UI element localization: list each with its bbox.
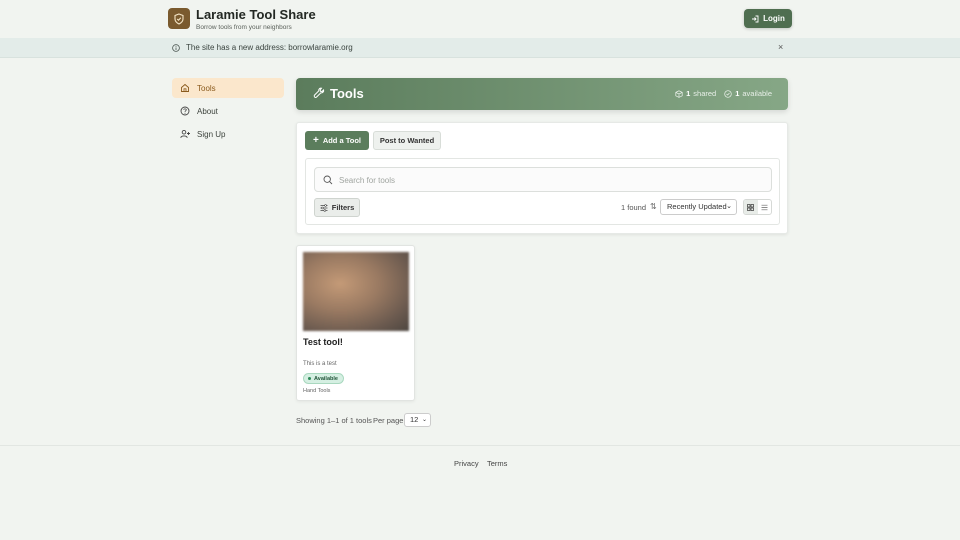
chevron-down-icon: ⌄ bbox=[726, 203, 732, 210]
tool-description: This is a test bbox=[303, 361, 337, 367]
post-wanted-button[interactable]: Post to Wanted bbox=[373, 131, 441, 150]
sidebar-item-label: About bbox=[197, 106, 218, 116]
view-toggle bbox=[743, 199, 772, 215]
help-circle-icon bbox=[180, 106, 190, 116]
per-page-select[interactable]: 12 ⌄ bbox=[404, 413, 431, 427]
chevron-down-icon: ⌄ bbox=[421, 417, 427, 423]
search-icon bbox=[323, 175, 333, 185]
tools-panel: + Add a Tool Post to Wanted Search for t… bbox=[296, 122, 788, 234]
shared-count: 1 bbox=[686, 89, 691, 98]
banner-message: The site has a new address: borrowlarami… bbox=[186, 43, 353, 52]
wrench-icon bbox=[313, 87, 325, 99]
sort-selected: Recently Updated bbox=[667, 202, 727, 211]
shared-stat: 1 shared bbox=[675, 89, 716, 98]
sliders-icon bbox=[320, 203, 328, 212]
tool-image[interactable] bbox=[303, 252, 409, 331]
sidebar-item-signup[interactable]: Sign Up bbox=[172, 124, 284, 144]
sidebar-item-label: Sign Up bbox=[197, 129, 226, 139]
sidebar-item-tools[interactable]: Tools bbox=[172, 78, 284, 98]
results-count: 1 found bbox=[621, 203, 647, 212]
brand-title[interactable]: Laramie Tool Share bbox=[196, 7, 316, 22]
sort-icon: ⇅ bbox=[650, 202, 657, 211]
per-page-label: Per page bbox=[373, 416, 404, 425]
search-area: Search for tools Filters 1 found ⇅ Recen… bbox=[305, 158, 780, 225]
add-tool-label: Add a Tool bbox=[322, 136, 362, 145]
add-tool-button[interactable]: + Add a Tool bbox=[305, 131, 369, 150]
status-dot-icon bbox=[308, 377, 311, 380]
footer-divider bbox=[0, 445, 960, 446]
logo[interactable] bbox=[168, 8, 190, 29]
filters-label: Filters bbox=[331, 203, 355, 212]
status-label: Available bbox=[314, 375, 338, 382]
grid-view-icon[interactable] bbox=[744, 200, 758, 214]
brand-subtitle: Borrow tools from your neighbors bbox=[196, 24, 292, 31]
close-icon[interactable]: × bbox=[778, 42, 783, 52]
pagination-summary: Showing 1–1 of 1 tools bbox=[296, 416, 372, 425]
sort-select[interactable]: Recently Updated ⌄ bbox=[660, 199, 737, 215]
search-placeholder: Search for tools bbox=[339, 176, 396, 185]
tool-category: Hand Tools bbox=[303, 388, 331, 394]
available-stat: 1 available bbox=[724, 89, 772, 98]
terms-link[interactable]: Terms bbox=[487, 459, 507, 468]
info-icon bbox=[172, 44, 180, 52]
login-button[interactable]: Login bbox=[744, 9, 792, 28]
per-page-value: 12 bbox=[410, 415, 419, 424]
sidebar-item-label: Tools bbox=[197, 83, 216, 93]
tools-header: Tools 1 shared 1 available bbox=[296, 78, 788, 110]
tool-card[interactable]: Test tool! This is a test Available Hand… bbox=[296, 245, 415, 401]
shared-label: shared bbox=[693, 89, 717, 98]
tool-title[interactable]: Test tool! bbox=[303, 337, 343, 347]
filters-button[interactable]: Filters bbox=[314, 198, 360, 217]
login-icon bbox=[752, 15, 759, 22]
box-icon bbox=[675, 89, 683, 98]
login-label: Login bbox=[763, 14, 785, 23]
available-label: available bbox=[742, 89, 772, 98]
check-circle-icon bbox=[724, 89, 732, 98]
user-plus-icon bbox=[180, 129, 190, 138]
privacy-link[interactable]: Privacy bbox=[454, 459, 479, 468]
available-count: 1 bbox=[735, 89, 740, 98]
sidebar-item-about[interactable]: About bbox=[172, 101, 284, 121]
shield-check-icon bbox=[174, 12, 184, 25]
site-header: Laramie Tool Share Borrow tools from you… bbox=[0, 0, 960, 38]
tool-stats: 1 shared 1 available bbox=[675, 89, 772, 98]
plus-icon: + bbox=[312, 134, 319, 146]
announcement-banner: The site has a new address: borrowlarami… bbox=[0, 38, 960, 58]
page-title: Tools bbox=[330, 86, 364, 101]
list-view-icon[interactable] bbox=[758, 200, 772, 214]
home-icon bbox=[181, 83, 189, 92]
status-badge: Available bbox=[303, 373, 344, 384]
search-input[interactable]: Search for tools bbox=[314, 167, 772, 192]
